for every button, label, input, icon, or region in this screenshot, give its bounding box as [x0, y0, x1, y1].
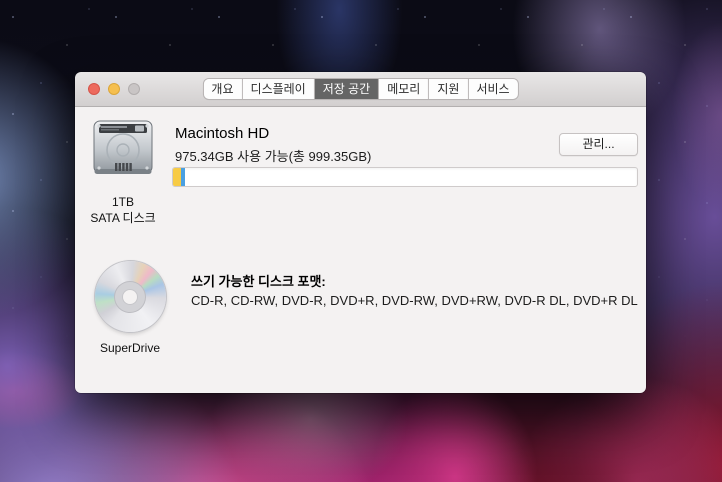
disk-caption: 1TB SATA 디스크	[86, 194, 160, 226]
disk-caption-type: SATA 디스크	[86, 210, 160, 226]
tab-storage[interactable]: 저장 공간	[315, 79, 380, 99]
disk-caption-size: 1TB	[86, 194, 160, 210]
tab-memory[interactable]: 메모리	[379, 79, 429, 99]
tab-displays[interactable]: 디스플레이	[243, 79, 315, 99]
storage-pane: 1TB SATA 디스크 Macintosh HD 975.34GB 사용 가능…	[75, 107, 646, 393]
tab-service[interactable]: 서비스	[468, 79, 517, 99]
writable-formats-title: 쓰기 가능한 디스크 포맷:	[191, 271, 326, 290]
window-titlebar[interactable]: 개요 디스플레이 저장 공간 메모리 지원 서비스	[75, 72, 646, 107]
storage-bar-segment	[181, 168, 185, 186]
minimize-button[interactable]	[108, 83, 120, 95]
writable-formats-list: CD-R, CD-RW, DVD-R, DVD+R, DVD-RW, DVD+R…	[191, 293, 638, 308]
disk-available-text: 975.34GB 사용 가능(총 999.35GB)	[175, 146, 371, 165]
tab-support[interactable]: 지원	[429, 79, 468, 99]
zoom-button[interactable]	[128, 83, 140, 95]
hard-drive-icon	[91, 119, 155, 181]
optical-disc-icon	[95, 261, 166, 332]
internal-disk-item: 1TB SATA 디스크	[86, 119, 160, 226]
storage-bar-segment	[173, 168, 181, 186]
storage-usage-bar	[172, 167, 638, 187]
tab-overview[interactable]: 개요	[203, 79, 242, 99]
superdrive-item: SuperDrive	[93, 261, 167, 356]
desktop: 개요 디스플레이 저장 공간 메모리 지원 서비스	[0, 0, 722, 482]
about-this-mac-window: 개요 디스플레이 저장 공간 메모리 지원 서비스	[75, 72, 646, 393]
tab-bar: 개요 디스플레이 저장 공간 메모리 지원 서비스	[203, 79, 517, 99]
close-button[interactable]	[88, 83, 100, 95]
window-controls	[88, 83, 140, 95]
manage-button[interactable]: 관리...	[559, 133, 638, 156]
superdrive-name: SuperDrive	[93, 341, 167, 356]
disk-name: Macintosh HD	[175, 125, 269, 142]
